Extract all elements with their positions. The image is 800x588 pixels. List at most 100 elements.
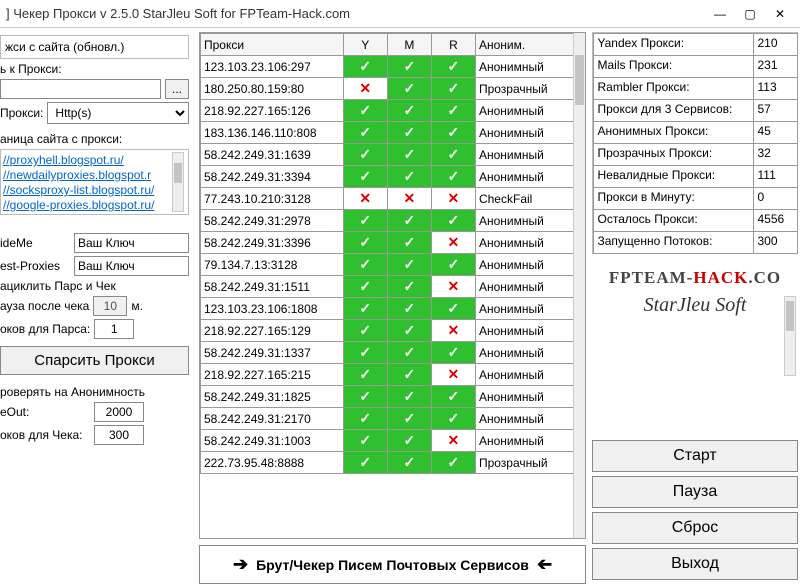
cell-anon: Анонимный bbox=[475, 364, 584, 386]
stat-row: Осталось Прокси:4556 bbox=[593, 209, 797, 231]
table-row[interactable]: 58.242.249.31:1337✓✓✓Анонимный bbox=[201, 342, 585, 364]
cell-anon: Анонимный bbox=[475, 122, 584, 144]
arrow-left-icon: ➔ bbox=[537, 554, 552, 575]
col-rambler[interactable]: R bbox=[431, 34, 475, 56]
col-proxy[interactable]: Прокси bbox=[201, 34, 344, 56]
cell-mail: ✓ bbox=[387, 210, 431, 232]
cell-proxy: 79.134.7.13:3128 bbox=[201, 254, 344, 276]
proxy-source-link[interactable]: //newdailyproxies.blogspot.r bbox=[3, 168, 186, 182]
start-button[interactable]: Старт bbox=[592, 440, 798, 472]
scrollbar-thumb[interactable] bbox=[575, 55, 584, 105]
brand-text: FPTEAM- bbox=[609, 268, 693, 287]
col-mail[interactable]: M bbox=[387, 34, 431, 56]
cell-mail: ✓ bbox=[387, 232, 431, 254]
exit-button[interactable]: Выход bbox=[592, 548, 798, 580]
bestproxies-key-input[interactable] bbox=[74, 256, 189, 276]
hideme-key-input[interactable] bbox=[74, 233, 189, 253]
cell-proxy: 58.242.249.31:1511 bbox=[201, 276, 344, 298]
table-row[interactable]: 58.242.249.31:3394✓✓✓Анонимный bbox=[201, 166, 585, 188]
minimize-icon[interactable]: — bbox=[706, 4, 734, 24]
table-row[interactable]: 222.73.95.48:8888✓✓✓Прозрачный bbox=[201, 452, 585, 474]
table-row[interactable]: 218.92.227.165:215✓✓✕Анонимный bbox=[201, 364, 585, 386]
table-row[interactable]: 58.242.249.31:2170✓✓✓Анонимный bbox=[201, 408, 585, 430]
table-row[interactable]: 58.242.249.31:1003✓✓✕Анонимный bbox=[201, 430, 585, 452]
table-row[interactable]: 58.242.249.31:2978✓✓✓Анонимный bbox=[201, 210, 585, 232]
stat-key: Анонимных Прокси: bbox=[593, 121, 754, 144]
stat-row: Невалидные Прокси:111 bbox=[593, 165, 797, 187]
proxy-type-select[interactable]: Http(s) bbox=[47, 102, 189, 124]
brand-text-accent: HACK bbox=[693, 268, 748, 287]
stat-key: Прокси в Минуту: bbox=[593, 187, 754, 210]
cell-proxy: 222.73.95.48:8888 bbox=[201, 452, 344, 474]
table-row[interactable]: 123.103.23.106:297✓✓✓Анонимный bbox=[201, 56, 585, 78]
col-yandex[interactable]: Y bbox=[343, 34, 387, 56]
table-row[interactable]: 123.103.23.106:1808✓✓✓Анонимный bbox=[201, 298, 585, 320]
table-scrollbar[interactable] bbox=[573, 33, 585, 538]
cell-proxy: 58.242.249.31:2978 bbox=[201, 210, 344, 232]
hideme-label: ideMe bbox=[0, 236, 70, 250]
table-row[interactable]: 180.250.80.159:80✕✓✓Прозрачный bbox=[201, 78, 585, 100]
cell-rambler: ✓ bbox=[431, 386, 475, 408]
table-row[interactable]: 58.242.249.31:1511✓✓✕Анонимный bbox=[201, 276, 585, 298]
cell-mail: ✓ bbox=[387, 386, 431, 408]
col-anon[interactable]: Аноним. bbox=[475, 34, 584, 56]
stat-key: Невалидные Прокси: bbox=[593, 165, 754, 188]
cell-anon: CheckFail bbox=[475, 188, 584, 210]
maximize-icon[interactable]: ▢ bbox=[736, 4, 764, 24]
table-row[interactable]: 79.134.7.13:3128✓✓✓Анонимный bbox=[201, 254, 585, 276]
close-icon[interactable]: ✕ bbox=[766, 4, 794, 24]
cell-rambler: ✕ bbox=[431, 364, 475, 386]
table-row[interactable]: 218.92.227.165:129✓✓✕Анонимный bbox=[201, 320, 585, 342]
cell-yandex: ✓ bbox=[343, 430, 387, 452]
table-row[interactable]: 183.136.146.110:808✓✓✓Анонимный bbox=[201, 122, 585, 144]
stat-row: Анонимных Прокси:45 bbox=[593, 121, 797, 143]
cell-proxy: 58.242.249.31:1639 bbox=[201, 144, 344, 166]
pause-button[interactable]: Пауза bbox=[592, 476, 798, 508]
cell-anon: Анонимный bbox=[475, 408, 584, 430]
reset-button[interactable]: Сброс bbox=[592, 512, 798, 544]
parse-proxy-button[interactable]: Спарсить Прокси bbox=[0, 346, 189, 375]
cell-proxy: 218.92.227.165:129 bbox=[201, 320, 344, 342]
loop-parse-check-label: ациклить Парс и Чек bbox=[0, 279, 116, 293]
cell-mail: ✓ bbox=[387, 122, 431, 144]
cell-proxy: 123.103.23.106:297 bbox=[201, 56, 344, 78]
cell-mail: ✓ bbox=[387, 144, 431, 166]
cell-mail: ✓ bbox=[387, 78, 431, 100]
stat-value: 32 bbox=[753, 143, 798, 166]
cell-yandex: ✓ bbox=[343, 254, 387, 276]
cell-rambler: ✓ bbox=[431, 78, 475, 100]
stat-row: Yandex Прокси:210 bbox=[593, 33, 797, 55]
table-row[interactable]: 218.92.227.165:126✓✓✓Анонимный bbox=[201, 100, 585, 122]
cell-rambler: ✓ bbox=[431, 100, 475, 122]
right-panel: Yandex Прокси:210Mails Прокси:231Rambler… bbox=[590, 28, 800, 588]
cell-yandex: ✕ bbox=[343, 78, 387, 100]
parse-threads-input[interactable] bbox=[94, 319, 134, 339]
table-row[interactable]: 58.242.249.31:3396✓✓✕Анонимный bbox=[201, 232, 585, 254]
cell-yandex: ✓ bbox=[343, 342, 387, 364]
cell-yandex: ✓ bbox=[343, 364, 387, 386]
cell-yandex: ✓ bbox=[343, 166, 387, 188]
browse-button[interactable]: ... bbox=[165, 79, 189, 99]
proxy-source-link[interactable]: //proxyhell.blogspot.ru/ bbox=[3, 153, 186, 167]
proxy-path-input[interactable] bbox=[0, 79, 161, 99]
proxy-source-link[interactable]: //socksproxy-list.blogspot.ru/ bbox=[3, 183, 186, 197]
stat-key: Запущенно Потоков: bbox=[593, 231, 754, 254]
cell-anon: Анонимный bbox=[475, 298, 584, 320]
table-row[interactable]: 58.242.249.31:1825✓✓✓Анонимный bbox=[201, 386, 585, 408]
check-threads-input[interactable] bbox=[94, 425, 144, 445]
cell-proxy: 58.242.249.31:1825 bbox=[201, 386, 344, 408]
cell-anon: Анонимный bbox=[475, 100, 584, 122]
scrollbar-thumb[interactable] bbox=[174, 163, 182, 183]
stat-row: Mails Прокси:231 bbox=[593, 55, 797, 77]
timeout-input[interactable] bbox=[94, 402, 144, 422]
scrollbar-thumb[interactable] bbox=[786, 301, 794, 331]
proxy-source-link[interactable]: //google-proxies.blogspot.ru/ bbox=[3, 198, 186, 212]
table-row[interactable]: 58.242.249.31:1639✓✓✓Анонимный bbox=[201, 144, 585, 166]
proxy-table[interactable]: Прокси Y M R Аноним. 123.103.23.106:297✓… bbox=[200, 33, 585, 474]
proxy-sources-list[interactable]: //proxyhell.blogspot.ru/ //newdailyproxi… bbox=[0, 149, 189, 215]
cell-yandex: ✓ bbox=[343, 408, 387, 430]
brand-author: StarJleu Soft bbox=[592, 294, 798, 317]
cell-anon: Прозрачный bbox=[475, 78, 584, 100]
table-row[interactable]: 77.243.10.210:3128✕✕✕CheckFail bbox=[201, 188, 585, 210]
brut-checker-button[interactable]: ➔ Брут/Чекер Писем Почтовых Сервисов ➔ bbox=[199, 545, 586, 584]
